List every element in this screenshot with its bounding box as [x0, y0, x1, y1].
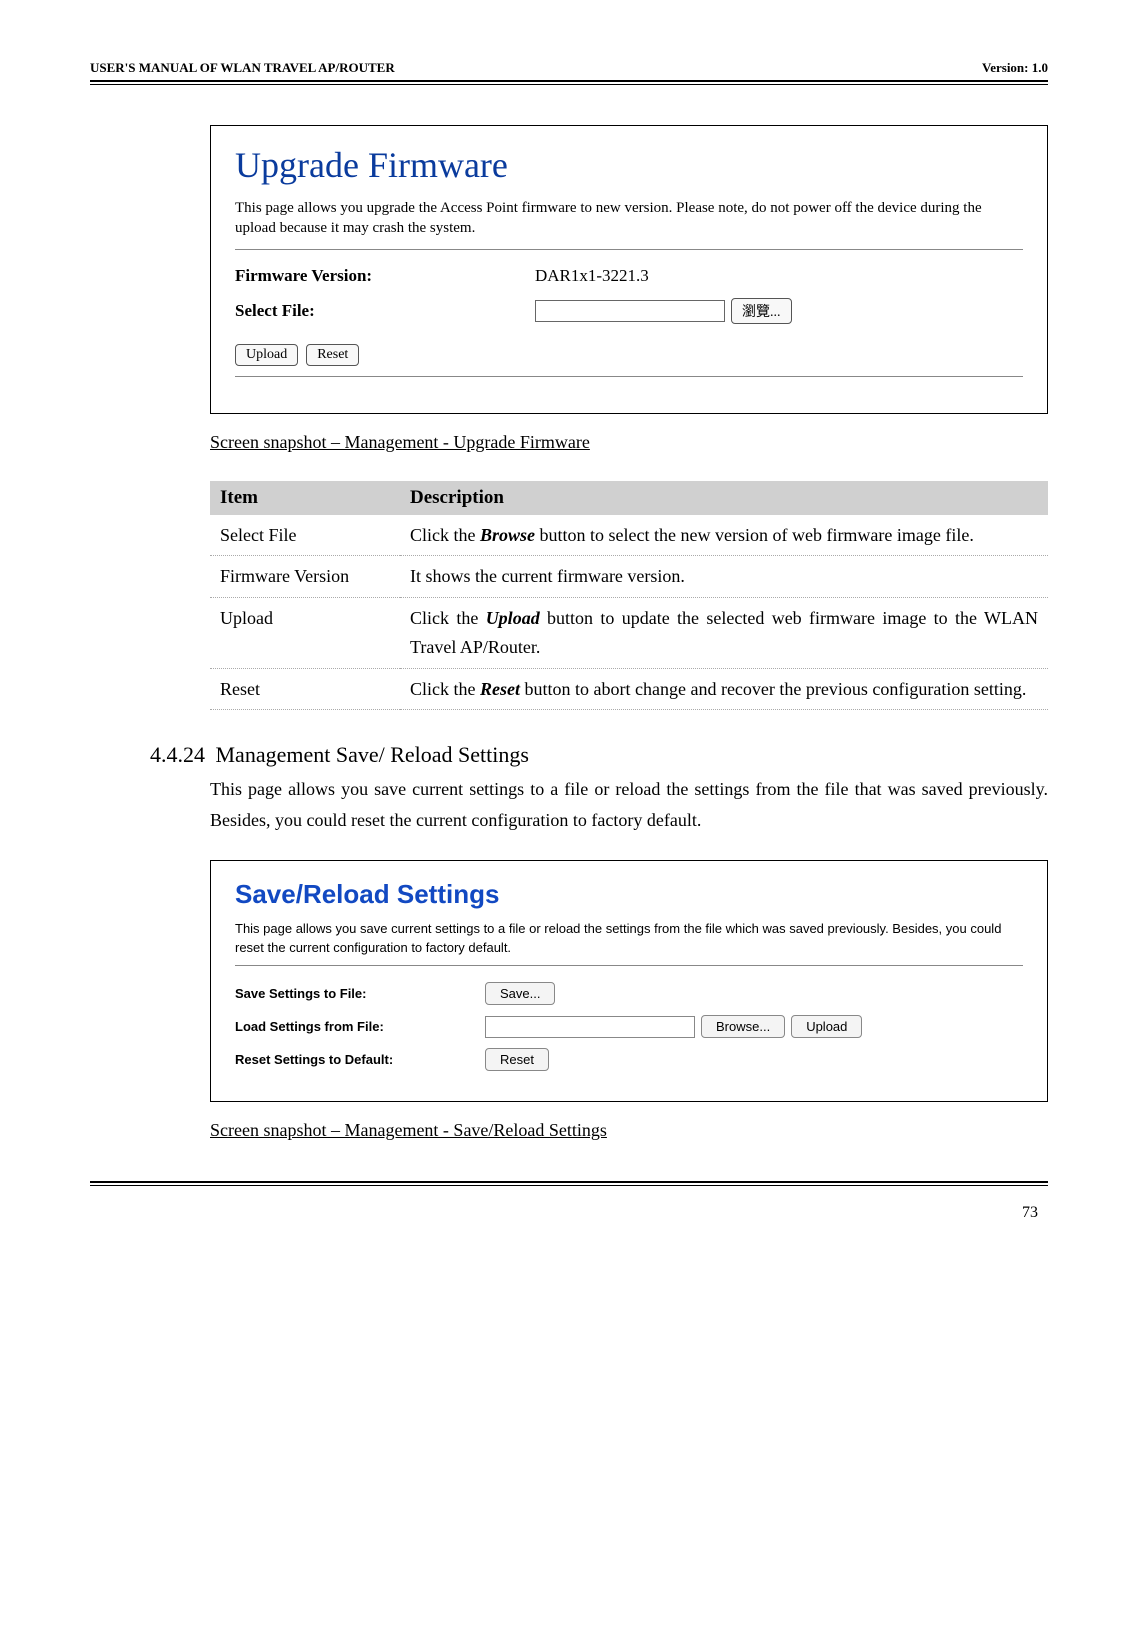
- footer-rule-thin: [90, 1185, 1048, 1186]
- firmware-version-value: DAR1x1-3221.3: [535, 266, 1023, 286]
- table-header-item: Item: [210, 481, 400, 515]
- item-cell: Upload: [210, 598, 400, 669]
- desc-cell: Click the Upload button to update the se…: [400, 598, 1048, 669]
- desc-cell: Click the Browse button to select the ne…: [400, 515, 1048, 556]
- save-caption: Screen snapshot – Management - Save/Relo…: [210, 1120, 1048, 1141]
- save-reload-panel: Save/Reload Settings This page allows yo…: [210, 860, 1048, 1103]
- description-table: Item Description Select File Click the B…: [210, 481, 1048, 711]
- save-button[interactable]: Save...: [485, 982, 555, 1005]
- desc-cell: It shows the current firmware version.: [400, 556, 1048, 598]
- section-title: Management Save/ Reload Settings: [216, 742, 529, 767]
- item-cell: Firmware Version: [210, 556, 400, 598]
- load-file-input[interactable]: [485, 1016, 695, 1038]
- firmware-version-label: Firmware Version:: [235, 266, 535, 286]
- divider: [235, 249, 1023, 250]
- footer-rule: [90, 1181, 1048, 1183]
- save-title: Save/Reload Settings: [235, 879, 1023, 910]
- item-cell: Reset: [210, 668, 400, 710]
- browse-button[interactable]: 瀏覽...: [731, 298, 792, 324]
- save-description: This page allows you save current settin…: [235, 920, 1023, 958]
- table-row: Upload Click the Upload button to update…: [210, 598, 1048, 669]
- save-settings-label: Save Settings to File:: [235, 986, 485, 1001]
- section-heading: 4.4.24 Management Save/ Reload Settings: [150, 742, 1048, 768]
- item-cell: Select File: [210, 515, 400, 556]
- select-file-label: Select File:: [235, 301, 535, 321]
- upload-button[interactable]: Upload: [791, 1015, 862, 1038]
- header-left: USER'S MANUAL OF WLAN TRAVEL AP/ROUTER: [90, 60, 395, 76]
- table-header-desc: Description: [400, 481, 1048, 515]
- divider: [235, 965, 1023, 966]
- section-number: 4.4.24: [150, 742, 210, 768]
- reset-button[interactable]: Reset: [485, 1048, 549, 1071]
- upgrade-description: This page allows you upgrade the Access …: [235, 198, 1023, 239]
- upgrade-caption: Screen snapshot – Management - Upgrade F…: [210, 432, 1048, 453]
- divider: [235, 376, 1023, 377]
- table-row: Select File Click the Browse button to s…: [210, 515, 1048, 556]
- select-file-input[interactable]: [535, 300, 725, 322]
- header-rule-thin: [90, 84, 1048, 85]
- header-rule: [90, 80, 1048, 82]
- table-row: Reset Click the Reset button to abort ch…: [210, 668, 1048, 710]
- upgrade-firmware-panel: Upgrade Firmware This page allows you up…: [210, 125, 1048, 414]
- upload-button[interactable]: Upload: [235, 344, 298, 366]
- header-right: Version: 1.0: [982, 60, 1048, 76]
- table-row: Firmware Version It shows the current fi…: [210, 556, 1048, 598]
- desc-cell: Click the Reset button to abort change a…: [400, 668, 1048, 710]
- load-settings-label: Load Settings from File:: [235, 1019, 485, 1034]
- browse-button[interactable]: Browse...: [701, 1015, 785, 1038]
- reset-button[interactable]: Reset: [306, 344, 359, 366]
- reset-settings-label: Reset Settings to Default:: [235, 1052, 485, 1067]
- page-number: 73: [90, 1204, 1048, 1222]
- upgrade-title: Upgrade Firmware: [235, 144, 1023, 186]
- section-body: This page allows you save current settin…: [210, 774, 1048, 835]
